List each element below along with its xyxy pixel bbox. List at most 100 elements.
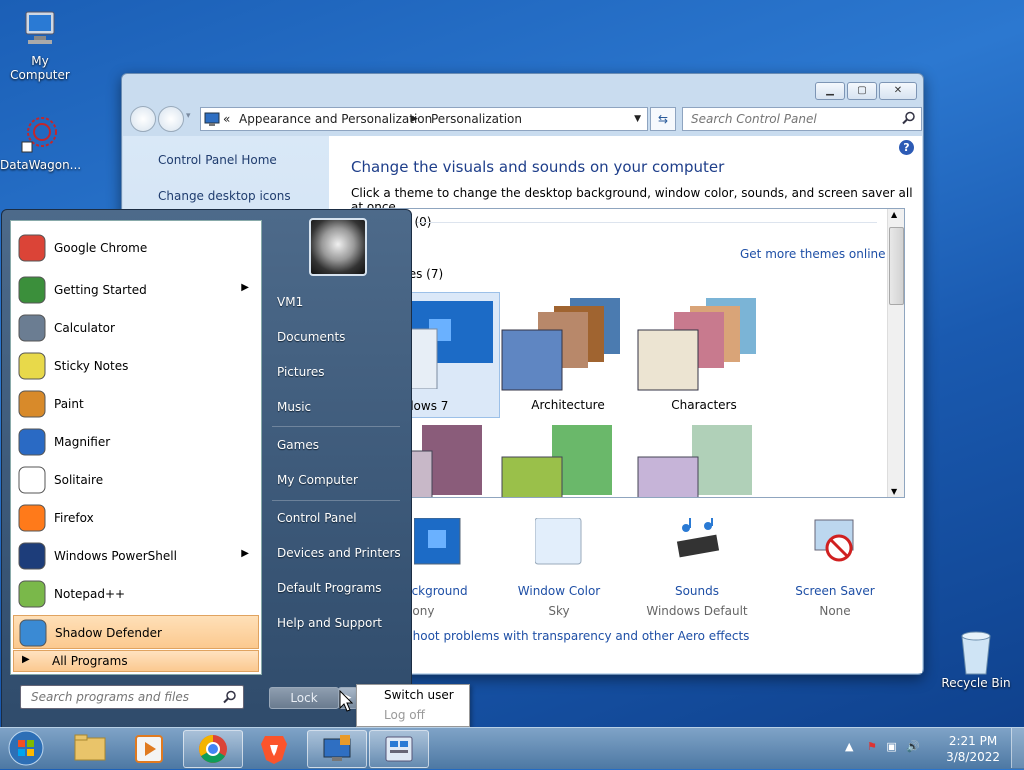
program-item-sticky-notes[interactable]: Sticky Notes (13, 349, 259, 383)
shadow-defender-icon (18, 619, 48, 647)
control-panel-icon (204, 111, 220, 134)
start-button[interactable] (6, 729, 46, 767)
window-color-title: Window Color (517, 584, 601, 598)
mouse-cursor-icon (339, 690, 353, 712)
desktop-icon-recycle-bin[interactable]: Recycle Bin (940, 630, 1012, 690)
program-label: Sticky Notes (54, 359, 129, 373)
content-pane: ? Change the visuals and sounds on your … (329, 136, 922, 673)
refresh-button[interactable]: ⇆ (650, 107, 676, 131)
show-hidden-icons[interactable]: ▲ (845, 740, 853, 753)
start-search-input[interactable] (29, 686, 218, 708)
program-item-shadow-defender[interactable]: Shadow Defender (13, 615, 259, 649)
taskbar-media-player[interactable] (120, 730, 178, 766)
program-item-getting-started[interactable]: Getting Started ▶ (13, 273, 259, 307)
breadcrumb-appearance[interactable]: Appearance and Personalization (239, 108, 432, 130)
start-link-music[interactable]: Music (277, 400, 311, 414)
action-center-icon[interactable]: ⚑ (867, 740, 877, 753)
solitaire-icon (17, 466, 47, 494)
maximize-button[interactable]: ▢ (847, 82, 877, 100)
program-item-notepadpp[interactable]: Notepad++ (13, 577, 259, 611)
minimize-button[interactable]: ▁ (815, 82, 845, 100)
taskbar-chrome[interactable] (183, 730, 243, 768)
scroll-up-icon[interactable]: ▲ (891, 210, 897, 219)
start-link-games[interactable]: Games (277, 438, 319, 452)
breadcrumb-arrow-icon[interactable]: ▶ (411, 108, 418, 130)
program-item-solitaire[interactable]: Solitaire (13, 463, 259, 497)
window-color-item[interactable]: Window Color Sky (500, 518, 618, 618)
address-prefix: « (223, 112, 231, 126)
program-item-paint[interactable]: Paint (13, 387, 259, 421)
start-link-my-computer[interactable]: My Computer (277, 473, 358, 487)
back-button[interactable] (130, 106, 156, 132)
theme-list-scrollbar[interactable]: ▲ ▼ (887, 209, 904, 497)
network-icon[interactable]: ▣ (886, 740, 896, 753)
user-avatar[interactable] (309, 218, 367, 276)
program-label: Solitaire (54, 473, 104, 487)
desktop-icon-my-computer[interactable]: My Computer (0, 10, 80, 82)
brave-icon (261, 736, 287, 764)
start-link-vm1[interactable]: VM1 (277, 295, 303, 309)
program-item-magnifier[interactable]: Magnifier (13, 425, 259, 459)
taskbar: ▲ ⚑ ▣ 🔊 2:21 PM 3/8/2022 (0, 727, 1024, 769)
taskbar-explorer[interactable] (60, 730, 118, 766)
address-bar[interactable]: « Appearance and Personalization ▶ Perso… (200, 107, 648, 131)
page-title: Change the visuals and sounds on your co… (351, 158, 725, 176)
log-off-menu-item[interactable]: Log off (384, 708, 425, 722)
start-link-control-panel[interactable]: Control Panel (277, 511, 357, 525)
control-panel-home-link[interactable]: Control Panel Home (158, 153, 277, 167)
recent-pages-icon[interactable]: ▾ (186, 111, 191, 121)
lock-button[interactable]: Lock (269, 687, 339, 709)
start-link-default-programs[interactable]: Default Programs (277, 581, 382, 595)
sounds-item[interactable]: Sounds Windows Default (638, 518, 756, 618)
address-dropdown-icon[interactable]: ▼ (634, 108, 641, 130)
search-input[interactable] (689, 108, 893, 130)
search-icon[interactable] (902, 111, 916, 128)
theme-architecture[interactable]: Architecture (500, 292, 636, 416)
all-programs-button[interactable]: ▶ All Programs (13, 650, 259, 672)
breadcrumb-personalization[interactable]: Personalization (431, 108, 522, 130)
theme-list: es (0) Get more themes online mes (7) in… (351, 208, 905, 498)
taskbar-app[interactable] (369, 730, 429, 768)
start-search-box (20, 685, 244, 709)
switch-user-menu-item[interactable]: Switch user (384, 688, 454, 702)
troubleshoot-link[interactable]: eshoot problems with transparency and ot… (399, 629, 749, 643)
desktop-icon-label: Recycle Bin (941, 676, 1011, 690)
all-programs-label: All Programs (52, 654, 128, 668)
start-link-help-support[interactable]: Help and Support (277, 616, 382, 630)
program-label: Magnifier (54, 435, 111, 449)
architecture-theme-thumbnail (501, 298, 620, 391)
submenu-arrow-icon[interactable]: ▶ (241, 282, 249, 293)
search-icon[interactable] (223, 690, 237, 707)
help-icon[interactable]: ? (899, 140, 914, 155)
system-tray: ▲ ⚑ ▣ 🔊 (845, 740, 920, 753)
program-item-calculator[interactable]: Calculator (13, 311, 259, 345)
taskbar-control-panel[interactable] (307, 730, 367, 768)
change-desktop-icons-link[interactable]: Change desktop icons (158, 189, 291, 203)
windows-logo-icon (8, 730, 44, 766)
start-link-documents[interactable]: Documents (277, 330, 345, 344)
volume-icon[interactable]: 🔊 (906, 740, 920, 753)
program-item-chrome[interactable]: Google Chrome (13, 231, 259, 265)
scrollbar-thumb[interactable] (889, 227, 904, 305)
forward-button[interactable] (158, 106, 184, 132)
desktop-icon-datawagon[interactable]: DataWagon... (0, 114, 81, 172)
program-item-firefox[interactable]: Firefox (13, 501, 259, 535)
powershell-icon (17, 542, 47, 570)
submenu-arrow-icon[interactable]: ▶ (241, 548, 249, 559)
system-app-icon (385, 736, 413, 762)
start-link-devices-printers[interactable]: Devices and Printers (277, 546, 401, 560)
divider (272, 500, 400, 501)
show-desktop-button[interactable] (1011, 728, 1024, 768)
computer-icon (18, 10, 62, 50)
program-item-powershell[interactable]: Windows PowerShell ▶ (13, 539, 259, 573)
taskbar-brave[interactable] (245, 730, 303, 766)
close-button[interactable]: ✕ (879, 82, 917, 100)
screen-saver-value: None (819, 604, 851, 618)
sounds-icon (676, 518, 720, 558)
get-more-themes-link[interactable]: Get more themes online (740, 247, 886, 261)
clock[interactable]: 2:21 PM 3/8/2022 (946, 733, 1000, 765)
start-link-pictures[interactable]: Pictures (277, 365, 325, 379)
screen-saver-item[interactable]: Screen Saver None (776, 519, 894, 618)
scroll-down-icon[interactable]: ▼ (891, 487, 897, 496)
theme-characters[interactable]: Characters (636, 292, 772, 416)
